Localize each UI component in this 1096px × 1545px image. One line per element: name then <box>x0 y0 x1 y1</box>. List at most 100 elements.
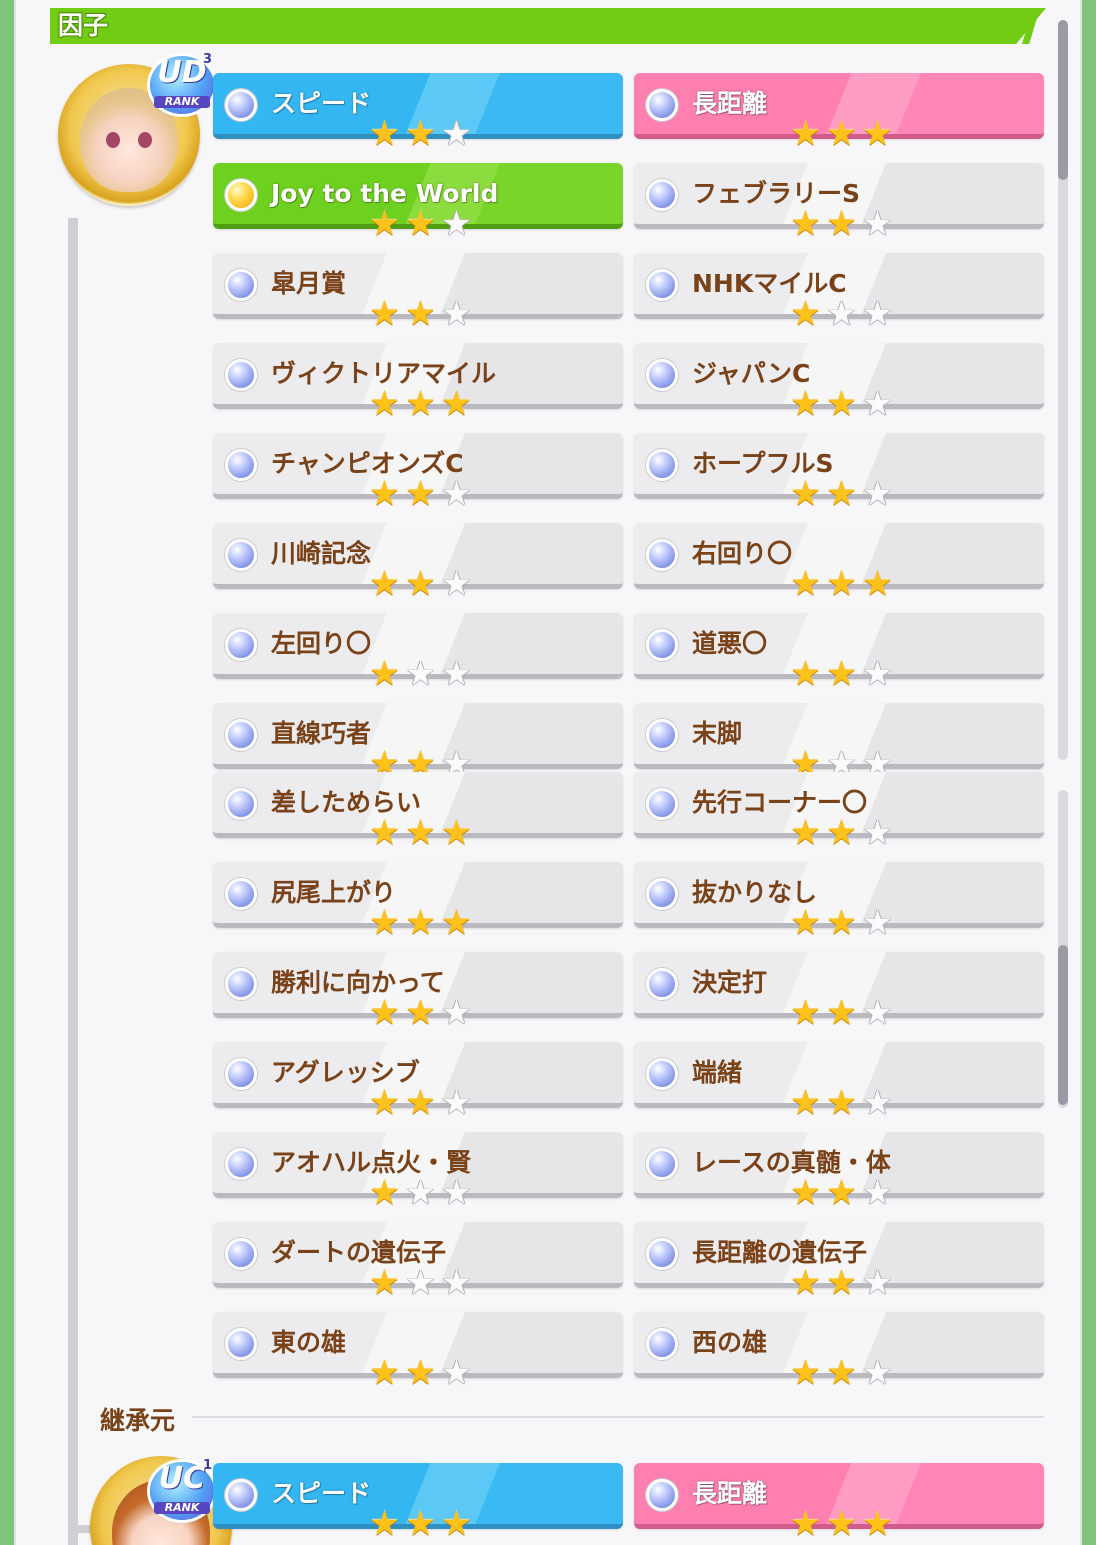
factor-name: 端緒 <box>692 1058 743 1087</box>
star-filled-icon: ★ <box>790 474 821 514</box>
factor-name: スピード <box>271 1479 372 1508</box>
avatar-main[interactable]: UD 3 RANK <box>54 48 214 208</box>
star-filled-icon: ★ <box>790 384 821 424</box>
star-filled-icon: ★ <box>790 1173 821 1213</box>
factor-orb-icon <box>646 359 678 391</box>
star-empty-icon: ★ <box>862 204 893 244</box>
star-filled-icon: ★ <box>826 204 857 244</box>
factor-panel: 因子 UD 3 RANK スピード ★ ★ ★ 長距離 ★ ★ ★ Joy to the Wor… <box>14 0 1082 1545</box>
star-empty-icon: ★ <box>862 384 893 424</box>
factor-card[interactable]: 左回り〇 ★ ★ ★ <box>213 613 623 691</box>
factor-orb-icon <box>646 968 678 1000</box>
star-rating: ★ ★ ★ <box>788 1176 896 1210</box>
star-empty-icon: ★ <box>441 114 472 154</box>
star-filled-icon: ★ <box>369 1504 400 1544</box>
factor-orb-icon <box>646 539 678 571</box>
rank-label: RANK <box>154 1502 210 1514</box>
factor-card[interactable]: スピード ★ ★ ★ <box>213 73 623 151</box>
factor-card[interactable]: NHKマイルC ★ ★ ★ <box>634 253 1044 331</box>
factor-name: 末脚 <box>692 719 743 748</box>
factor-card[interactable]: 抜かりなし ★ ★ ★ <box>634 862 1044 940</box>
tree-line-vertical <box>68 218 78 1545</box>
avatar-eye-left <box>106 132 120 148</box>
factor-card[interactable]: 皐月賞 ★ ★ ★ <box>213 253 623 331</box>
star-rating: ★ ★ ★ <box>788 1507 896 1541</box>
factor-card[interactable]: レースの真髄・体 ★ ★ ★ <box>634 1132 1044 1210</box>
factor-card[interactable]: 決定打 ★ ★ ★ <box>634 952 1044 1030</box>
factor-name: 右回り〇 <box>692 539 793 568</box>
factor-orb-icon <box>646 1148 678 1180</box>
star-rating: ★ ★ ★ <box>788 567 896 601</box>
star-empty-icon: ★ <box>441 1173 472 1213</box>
star-filled-icon: ★ <box>405 1083 436 1123</box>
star-filled-icon: ★ <box>441 1504 472 1544</box>
star-rating: ★ ★ ★ <box>367 207 475 241</box>
star-filled-icon: ★ <box>441 813 472 853</box>
factor-orb-icon <box>225 1238 257 1270</box>
star-empty-icon: ★ <box>862 1173 893 1213</box>
factor-card[interactable]: ヴィクトリアマイル ★ ★ ★ <box>213 343 623 421</box>
factor-card[interactable]: 端緒 ★ ★ ★ <box>634 1042 1044 1120</box>
factor-card[interactable]: チャンピオンズC ★ ★ ★ <box>213 433 623 511</box>
star-rating: ★ ★ ★ <box>367 906 475 940</box>
factor-card[interactable]: アオハル点火・賢 ★ ★ ★ <box>213 1132 623 1210</box>
star-rating: ★ ★ ★ <box>788 1266 896 1300</box>
factor-card[interactable]: ホープフルS ★ ★ ★ <box>634 433 1044 511</box>
factor-card[interactable]: 川崎記念 ★ ★ ★ <box>213 523 623 601</box>
star-filled-icon: ★ <box>405 813 436 853</box>
factor-card[interactable]: 長距離 ★ ★ ★ <box>634 1463 1044 1541</box>
star-filled-icon: ★ <box>369 813 400 853</box>
factor-orb-icon <box>225 629 257 661</box>
star-filled-icon: ★ <box>369 114 400 154</box>
star-rating: ★ ★ ★ <box>367 1176 475 1210</box>
star-empty-icon: ★ <box>405 654 436 694</box>
factor-card[interactable]: ダートの遺伝子 ★ ★ ★ <box>213 1222 623 1300</box>
factor-card[interactable]: 長距離の遺伝子 ★ ★ ★ <box>634 1222 1044 1300</box>
star-empty-icon: ★ <box>862 1263 893 1303</box>
scrollbar-thumb-upper[interactable] <box>1058 20 1068 180</box>
factor-orb-icon <box>646 269 678 301</box>
factor-card[interactable]: Joy to the World ★ ★ ★ <box>213 163 623 241</box>
star-filled-icon: ★ <box>405 993 436 1033</box>
star-empty-icon: ★ <box>862 1353 893 1393</box>
star-rating: ★ ★ ★ <box>367 816 475 850</box>
factor-card[interactable]: 道悪〇 ★ ★ ★ <box>634 613 1044 691</box>
star-rating: ★ ★ ★ <box>788 477 896 511</box>
star-filled-icon: ★ <box>790 813 821 853</box>
factor-orb-icon <box>225 1148 257 1180</box>
factor-card[interactable]: 差しためらい ★ ★ ★ <box>213 772 623 850</box>
factor-card[interactable]: ジャパンC ★ ★ ★ <box>634 343 1044 421</box>
star-filled-icon: ★ <box>405 1504 436 1544</box>
factor-card[interactable]: 末脚 ★ ★ ★ <box>634 703 1044 781</box>
star-filled-icon: ★ <box>369 993 400 1033</box>
factor-card[interactable]: 先行コーナー〇 ★ ★ ★ <box>634 772 1044 850</box>
factor-name: 西の雄 <box>692 1328 768 1357</box>
factor-card[interactable]: 右回り〇 ★ ★ ★ <box>634 523 1044 601</box>
scrollbar-thumb-lower[interactable] <box>1058 945 1068 1105</box>
factor-card[interactable]: 西の雄 ★ ★ ★ <box>634 1312 1044 1390</box>
star-filled-icon: ★ <box>862 564 893 604</box>
star-empty-icon: ★ <box>862 993 893 1033</box>
factor-card[interactable]: 勝利に向かって ★ ★ ★ <box>213 952 623 1030</box>
factor-card[interactable]: スピード ★ ★ ★ <box>213 1463 623 1541</box>
star-rating: ★ ★ ★ <box>367 297 475 331</box>
factor-card[interactable]: 長距離 ★ ★ ★ <box>634 73 1044 151</box>
factor-orb-icon <box>225 1328 257 1360</box>
header-bar <box>50 8 1046 44</box>
factor-card[interactable]: 尻尾上がり ★ ★ ★ <box>213 862 623 940</box>
star-filled-icon: ★ <box>790 903 821 943</box>
star-filled-icon: ★ <box>441 384 472 424</box>
star-filled-icon: ★ <box>369 1173 400 1213</box>
star-filled-icon: ★ <box>369 903 400 943</box>
star-empty-icon: ★ <box>862 1083 893 1123</box>
star-empty-icon: ★ <box>862 903 893 943</box>
star-filled-icon: ★ <box>826 114 857 154</box>
factor-orb-icon <box>225 359 257 391</box>
star-filled-icon: ★ <box>790 204 821 244</box>
factor-orb-icon <box>225 878 257 910</box>
factor-card[interactable]: フェブラリーS ★ ★ ★ <box>634 163 1044 241</box>
factor-card[interactable]: 東の雄 ★ ★ ★ <box>213 1312 623 1390</box>
background-edge-right <box>1082 0 1096 1545</box>
factor-card[interactable]: 直線巧者 ★ ★ ★ <box>213 703 623 781</box>
factor-card[interactable]: アグレッシブ ★ ★ ★ <box>213 1042 623 1120</box>
